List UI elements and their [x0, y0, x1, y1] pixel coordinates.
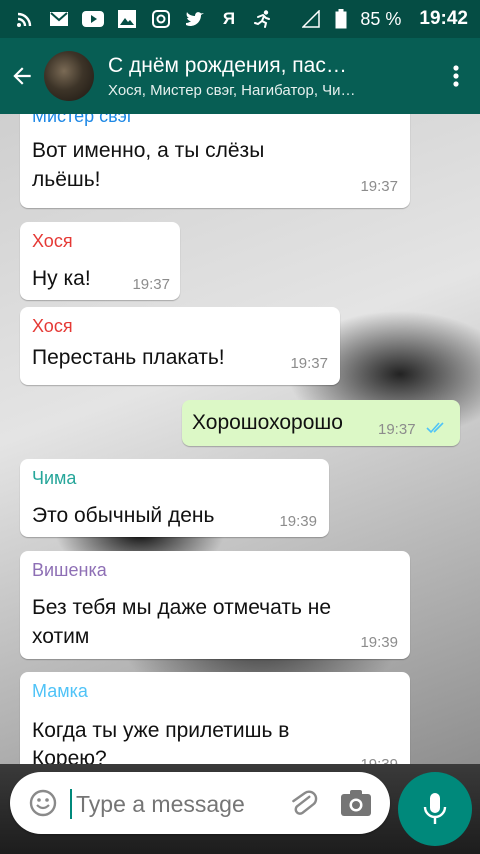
message-bubble[interactable]: Мистер свэг Вот именно, а ты слёзы льёшь… [20, 114, 410, 208]
attach-button[interactable] [288, 788, 320, 820]
message-text-line: Вот именно, а ты слёзы [32, 139, 265, 162]
message-text-line: Ну ка! [32, 267, 91, 290]
message-text-line: льёшь! [32, 168, 101, 191]
message-text-line: Перестань плакать! [32, 346, 225, 369]
message-input[interactable] [74, 784, 278, 824]
status-bar: Я 85 % 19:42 [0, 0, 480, 38]
system-status: 85 % 19:42 [300, 8, 480, 30]
message-bubble[interactable]: Хося Ну ка! 19:37 [20, 222, 180, 300]
message-text-line: Без тебя мы даже отмечать не [32, 596, 332, 619]
message-bubble[interactable]: Вишенка Без тебя мы даже отмечать не хот… [20, 551, 410, 659]
instagram-icon [150, 9, 172, 29]
more-vert-icon [453, 65, 459, 87]
more-options-button[interactable] [432, 38, 480, 114]
wifi-icon [14, 9, 36, 29]
message-text-line: Это обычный день [32, 504, 215, 527]
message-sender: Мамка [32, 681, 88, 701]
message-sender: Мистер свэг [32, 114, 134, 126]
back-button[interactable] [0, 38, 44, 114]
message-bubble[interactable]: Мамка Когда ты уже прилетишь в Корею? 19… [20, 672, 410, 764]
message-sender: Хося [32, 316, 73, 336]
camera-button[interactable] [340, 788, 372, 818]
message-time: 19:39 [360, 634, 398, 651]
message-sender: Чима [32, 468, 77, 488]
twitter-icon [184, 9, 206, 29]
message-time: 19:37 [290, 355, 328, 372]
yandex-icon: Я [222, 9, 236, 28]
chat-title: С днём рождения, пас… [108, 53, 347, 77]
message-text-line: Хорошохорошо [192, 411, 343, 434]
message-time: 19:37 [132, 276, 170, 293]
group-avatar[interactable] [44, 51, 94, 101]
battery-icon [330, 9, 352, 29]
text-cursor [70, 789, 72, 819]
battery-percent: 85 % [360, 8, 402, 29]
notification-icons: Я [0, 9, 274, 29]
youtube-icon [82, 9, 104, 29]
message-sender: Вишенка [32, 560, 107, 580]
double-check-icon [426, 422, 444, 434]
chat-header: С днём рождения, пас… Хося, Мистер свэг,… [0, 38, 480, 114]
signal-icon [300, 9, 322, 29]
microphone-icon [423, 793, 447, 824]
camera-icon [341, 790, 371, 816]
gmail-icon [48, 9, 70, 29]
message-sender: Хося [32, 231, 73, 251]
chat-participants: Хося, Мистер свэг, Нагибатор, Чи… [108, 81, 356, 99]
message-time: 19:39 [279, 513, 317, 530]
message-text-line: Корею? [32, 747, 107, 764]
message-text-line: хотим [32, 625, 90, 648]
message-text-line: Когда ты уже прилетишь в [32, 719, 290, 742]
smiley-icon [29, 789, 57, 817]
message-bubble[interactable]: Хося Перестань плакать! 19:37 [20, 307, 340, 385]
message-time: 19:37 [360, 178, 398, 195]
chat-info[interactable]: С днём рождения, пас… Хося, Мистер свэг,… [108, 54, 432, 99]
voice-record-button[interactable] [398, 772, 472, 846]
runner-icon [252, 9, 274, 29]
message-bubble[interactable]: Чима Это обычный день 19:39 [20, 459, 329, 537]
message-list[interactable]: Мистер свэг Вот именно, а ты слёзы льёшь… [0, 114, 480, 764]
arrow-left-icon [13, 67, 31, 85]
message-time: 19:39 [360, 756, 398, 764]
clock: 19:42 [419, 8, 468, 29]
message-time: 19:37 [378, 421, 416, 438]
outgoing-message-bubble[interactable]: Хорошохорошо 19:37 [182, 400, 460, 446]
image-icon [116, 9, 138, 29]
paperclip-icon [292, 790, 318, 815]
message-composer[interactable] [10, 772, 390, 834]
emoji-button[interactable] [28, 788, 58, 818]
